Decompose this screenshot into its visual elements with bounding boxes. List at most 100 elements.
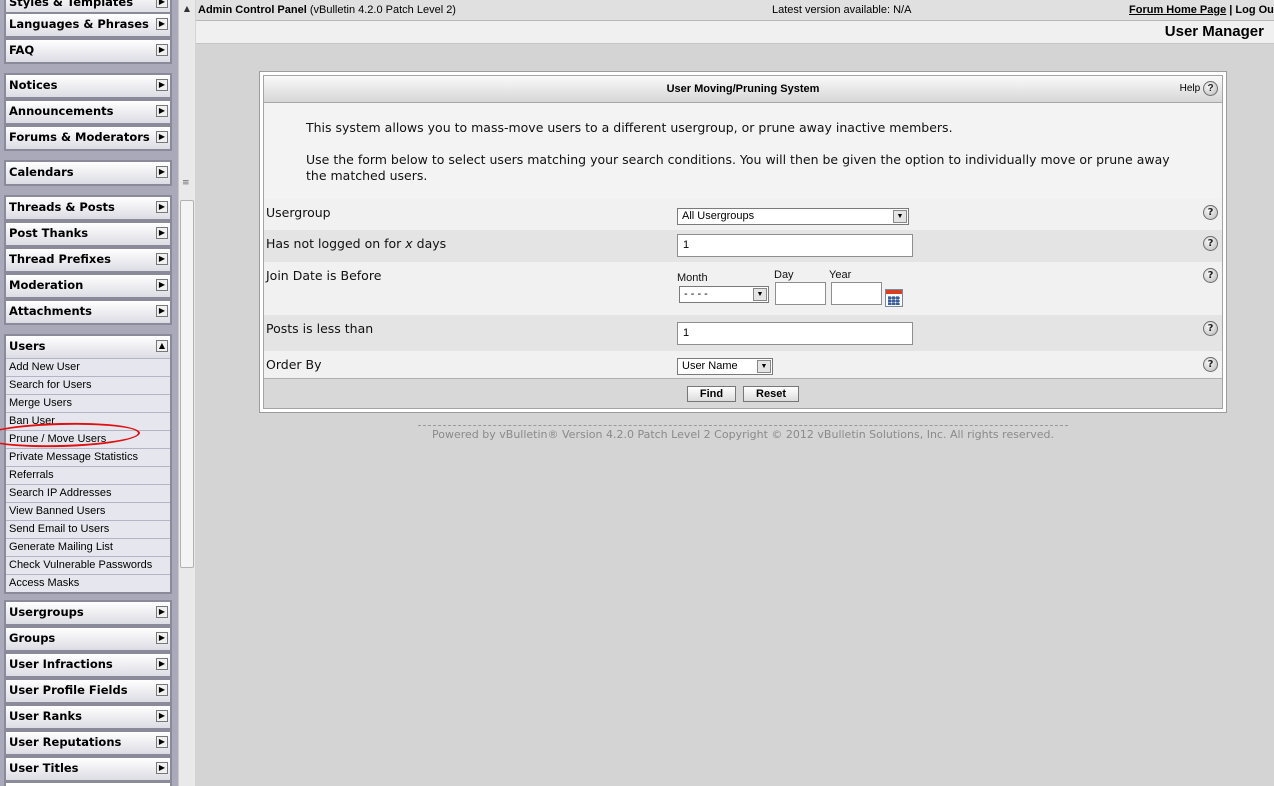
help-link[interactable]: Help ? — [1180, 81, 1218, 97]
order-by-select[interactable]: User Name ▼ — [677, 358, 773, 375]
find-button[interactable]: Find — [687, 386, 736, 402]
scrollbar-thumb[interactable] — [180, 200, 194, 568]
logout-link[interactable]: Log Out — [1235, 4, 1274, 16]
latest-version-text: Latest version available: N/A — [772, 4, 912, 16]
expand-arrow-icon[interactable]: ▶ — [156, 227, 168, 239]
help-icon[interactable]: ? — [1203, 321, 1218, 336]
order-by-label: Order By — [266, 357, 322, 372]
nav-group-calendars[interactable]: Calendars ▶ — [4, 160, 172, 186]
nav-link-referrals[interactable]: Referrals — [6, 466, 170, 484]
posts-label: Posts is less than — [266, 321, 374, 336]
nav-link-check-vulnerable-passwords[interactable]: Check Vulnerable Passwords — [6, 556, 170, 574]
dropdown-arrow-icon[interactable]: ▼ — [893, 210, 907, 223]
collapse-arrow-icon[interactable]: ▲ — [156, 340, 168, 352]
nav-group-groups[interactable]: Groups ▶ — [4, 626, 172, 652]
expand-arrow-icon[interactable]: ▶ — [156, 79, 168, 91]
calendar-icon[interactable] — [885, 289, 903, 307]
nav-group-user-reputations[interactable]: User Reputations ▶ — [4, 730, 172, 756]
nav-group-user-ranks[interactable]: User Ranks ▶ — [4, 704, 172, 730]
help-icon[interactable]: ? — [1203, 236, 1218, 251]
nav-link-merge-users[interactable]: Merge Users — [6, 394, 170, 412]
nav-group-forums-moderators[interactable]: Forums & Moderators ▶ — [4, 125, 172, 151]
order-by-selected: User Name — [682, 360, 738, 372]
expand-arrow-icon[interactable]: ▶ — [156, 253, 168, 265]
nav-link-add-new-user[interactable]: Add New User — [6, 358, 170, 376]
expand-arrow-icon[interactable]: ▶ — [156, 632, 168, 644]
nav-link-send-email-to-users[interactable]: Send Email to Users — [6, 520, 170, 538]
dropdown-arrow-icon[interactable]: ▼ — [753, 288, 767, 301]
nav-group-label: Moderation — [9, 278, 84, 292]
nav-group-languages-phrases[interactable]: Languages & Phrases ▶ — [4, 12, 172, 38]
nav-group-user-profile-fields[interactable]: User Profile Fields ▶ — [4, 678, 172, 704]
acp-title: Admin Control Panel (vBulletin 4.2.0 Pat… — [198, 0, 456, 20]
expand-arrow-icon[interactable]: ▶ — [156, 105, 168, 117]
row-usergroup: Usergroup All Usergroups ▼ ? — [264, 199, 1222, 230]
nav-group-label: Attachments — [9, 304, 92, 318]
expand-arrow-icon[interactable]: ▶ — [156, 305, 168, 317]
day-input[interactable] — [775, 282, 826, 305]
top-bar: Admin Control Panel (vBulletin 4.2.0 Pat… — [196, 0, 1274, 21]
nav-group-thread-prefixes[interactable]: Thread Prefixes ▶ — [4, 247, 172, 273]
form-title-bar: User Moving/Pruning System Help ? — [264, 76, 1222, 103]
nav-group-faq[interactable]: FAQ ▶ — [4, 38, 172, 64]
nav-group-user-infractions[interactable]: User Infractions ▶ — [4, 652, 172, 678]
nav-group-post-thanks[interactable]: Post Thanks ▶ — [4, 221, 172, 247]
scroll-up-arrow-icon[interactable]: ▲ — [180, 1, 194, 17]
nav-link-prune-move-users[interactable]: Prune / Move Users — [6, 430, 170, 448]
nav-group-label: User Ranks — [9, 709, 82, 723]
help-icon[interactable]: ? — [1203, 81, 1218, 96]
nav-group-notices[interactable]: Notices ▶ — [4, 73, 172, 99]
usergroup-select[interactable]: All Usergroups ▼ — [677, 208, 909, 225]
not-logged-on-label: Has not logged on for x days — [266, 236, 446, 251]
nav-group-moderation[interactable]: Moderation ▶ — [4, 273, 172, 299]
posts-input[interactable]: 1 — [677, 322, 913, 345]
nav-link-ban-user[interactable]: Ban User — [6, 412, 170, 430]
nav-link-search-ip-addresses[interactable]: Search IP Addresses — [6, 484, 170, 502]
month-label: Month — [677, 272, 708, 284]
expand-arrow-icon[interactable]: ▶ — [156, 131, 168, 143]
link-separator: | — [1226, 4, 1236, 16]
month-select[interactable]: - - - - ▼ — [679, 286, 769, 303]
nav-group-users: Users ▲ Add New User Search for Users Mer… — [4, 334, 172, 594]
nav-group-next-partial[interactable] — [4, 781, 172, 786]
join-date-label: Join Date is Before — [266, 268, 382, 283]
nav-link-private-message-statistics[interactable]: Private Message Statistics — [6, 448, 170, 466]
nav-group-threads-posts[interactable]: Threads & Posts ▶ — [4, 195, 172, 221]
nav-link-access-masks[interactable]: Access Masks — [6, 574, 170, 592]
expand-arrow-icon[interactable]: ▶ — [156, 762, 168, 774]
nav-group-attachments[interactable]: Attachments ▶ — [4, 299, 172, 325]
dropdown-arrow-icon[interactable]: ▼ — [757, 360, 771, 373]
reset-button[interactable]: Reset — [743, 386, 799, 402]
expand-arrow-icon[interactable]: ▶ — [156, 710, 168, 722]
nav-group-label: Users — [9, 339, 46, 353]
help-icon[interactable]: ? — [1203, 205, 1218, 220]
year-input[interactable] — [831, 282, 882, 305]
nav-link-search-for-users[interactable]: Search for Users — [6, 376, 170, 394]
nav-link-view-banned-users[interactable]: View Banned Users — [6, 502, 170, 520]
expand-arrow-icon[interactable]: ▶ — [156, 279, 168, 291]
expand-arrow-icon[interactable]: ▶ — [156, 166, 168, 178]
form-footer: Find Reset — [264, 378, 1222, 408]
nav-group-label: User Infractions — [9, 657, 113, 671]
days-label-suffix: days — [412, 236, 447, 251]
nav-scrollbar[interactable]: ▲ ≡ — [178, 0, 195, 786]
expand-arrow-icon[interactable]: ▶ — [156, 18, 168, 30]
nav-group-usergroups[interactable]: Usergroups ▶ — [4, 600, 172, 626]
help-icon[interactable]: ? — [1203, 268, 1218, 283]
expand-arrow-icon[interactable]: ▶ — [156, 44, 168, 56]
nav-group-label: Languages & Phrases — [9, 17, 149, 31]
expand-arrow-icon[interactable]: ▶ — [156, 736, 168, 748]
expand-arrow-icon[interactable]: ▶ — [156, 684, 168, 696]
expand-arrow-icon[interactable]: ▶ — [156, 0, 168, 8]
expand-arrow-icon[interactable]: ▶ — [156, 606, 168, 618]
nav-group-user-titles[interactable]: User Titles ▶ — [4, 756, 172, 782]
nav-group-users-header[interactable]: Users ▲ — [6, 336, 170, 358]
expand-arrow-icon[interactable]: ▶ — [156, 201, 168, 213]
forum-home-link[interactable]: Forum Home Page — [1129, 4, 1226, 16]
nav-link-generate-mailing-list[interactable]: Generate Mailing List — [6, 538, 170, 556]
days-input[interactable]: 1 — [677, 234, 913, 257]
help-icon[interactable]: ? — [1203, 357, 1218, 372]
expand-arrow-icon[interactable]: ▶ — [156, 658, 168, 670]
nav-group-announcements[interactable]: Announcements ▶ — [4, 99, 172, 125]
users-link-list: Add New User Search for Users Merge User… — [6, 358, 170, 592]
